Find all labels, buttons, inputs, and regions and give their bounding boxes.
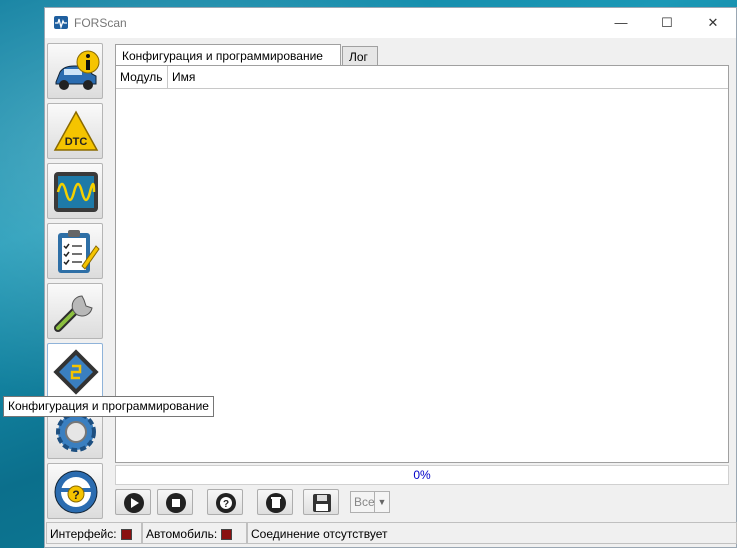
forscan-window: FORScan — ☐ ✕ DTC ? Конфигурация и прогр… [44, 7, 737, 548]
status-bar: Интерфейс: Автомобиль: Соединение отсутс… [45, 520, 737, 548]
help-wheel-icon: ? [54, 470, 98, 514]
svg-text:?: ? [223, 499, 229, 510]
vehicle-status: Автомобиль: [142, 522, 247, 544]
play-icon [124, 493, 144, 513]
title-bar[interactable]: FORScan — ☐ ✕ [45, 8, 736, 38]
wrench-icon [54, 295, 93, 332]
interface-status: Интерфейс: [46, 522, 142, 544]
sidebar-item-help[interactable]: ? [47, 463, 103, 519]
progress-bar: 0% [115, 465, 729, 485]
tab-log[interactable]: Лог [342, 46, 378, 66]
car-info-icon [55, 50, 100, 90]
save-icon [313, 494, 331, 512]
window-title: FORScan [74, 16, 127, 30]
tab-configuration[interactable]: Конфигурация и программирование [115, 44, 341, 67]
dtc-warning-icon: DTC [53, 110, 99, 151]
sidebar-item-service[interactable] [47, 283, 103, 339]
help-lifebuoy-icon: ? [216, 493, 236, 513]
table-header: Модуль Имя [116, 66, 728, 89]
svg-text:?: ? [72, 488, 79, 502]
vehicle-led [221, 529, 233, 541]
column-header-module[interactable]: Модуль [116, 66, 168, 88]
start-button[interactable] [115, 489, 151, 515]
column-header-name[interactable]: Имя [168, 66, 318, 88]
app-logo-icon [54, 16, 68, 29]
delete-icon [266, 493, 286, 513]
chip-icon [53, 349, 99, 395]
sidebar-item-configuration[interactable] [47, 343, 103, 399]
stop-button[interactable] [157, 489, 193, 515]
maximize-button[interactable]: ☐ [644, 8, 690, 38]
filter-select[interactable]: Все ▼ [350, 491, 390, 513]
connection-status: Соединение отсутствует [247, 522, 737, 544]
sidebar-item-oscilloscope[interactable] [47, 163, 103, 219]
progress-label: 0% [413, 468, 431, 482]
chevron-down-icon[interactable]: ▼ [374, 492, 389, 512]
save-button[interactable] [303, 489, 339, 515]
vehicle-label: Автомобиль: [146, 527, 218, 541]
sidebar-item-vehicle-info[interactable] [47, 43, 103, 99]
connection-text: Соединение отсутствует [251, 527, 388, 541]
help-button[interactable]: ? [207, 489, 243, 515]
filter-value: Все [354, 495, 375, 509]
svg-text:DTC: DTC [65, 136, 88, 148]
stop-icon [166, 493, 186, 513]
minimize-button[interactable]: — [598, 8, 644, 38]
sidebar-item-tests[interactable] [47, 223, 103, 279]
close-button[interactable]: ✕ [690, 8, 736, 38]
oscilloscope-icon [54, 172, 98, 212]
interface-led [120, 529, 132, 541]
sidebar: DTC ? [45, 38, 107, 519]
sidebar-item-dtc[interactable]: DTC [47, 103, 103, 159]
tooltip: Конфигурация и программирование [3, 396, 214, 417]
interface-label: Интерфейс: [50, 527, 117, 541]
delete-button[interactable] [257, 489, 293, 515]
checklist-icon [58, 230, 100, 273]
